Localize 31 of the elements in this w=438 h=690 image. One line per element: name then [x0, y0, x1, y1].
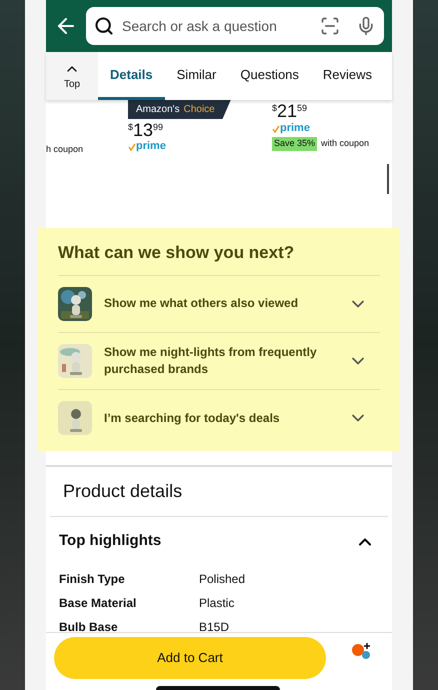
tab[interactable]: Reviews — [310, 52, 384, 100]
assistant-icon[interactable] — [350, 641, 372, 661]
search-field[interactable]: Search or ask a question — [86, 7, 384, 45]
section-title: Product details — [50, 466, 388, 516]
spec-value: Plastic — [199, 594, 234, 612]
add-to-cart-button[interactable]: Add to Cart — [54, 637, 326, 679]
check-icon — [272, 124, 280, 132]
tab[interactable]: Similar — [164, 52, 228, 100]
spec-value: B15D — [199, 618, 230, 636]
search-icon — [94, 16, 114, 36]
spec-value: Polished — [199, 570, 246, 588]
tab[interactable]: Questions — [228, 52, 311, 100]
camera-icon[interactable] — [320, 16, 340, 36]
choice-badge: Amazon's Choice — [128, 100, 231, 119]
prime-label: prime — [280, 123, 310, 134]
suggestion-item[interactable]: I’m searching for today's deals — [58, 390, 380, 446]
prime-label: prime — [136, 141, 166, 152]
section-title: What can we show you next? — [58, 240, 380, 276]
coupon-text: h coupon — [46, 142, 84, 156]
search-input[interactable]: Search or ask a question — [122, 16, 312, 36]
spec-name: Finish Type — [59, 570, 126, 588]
spec-name: Base Material — [59, 594, 138, 612]
top-button[interactable]: Top — [46, 52, 98, 100]
suggestion-item[interactable]: Show me night-lights from frequently purchased brands — [58, 332, 380, 390]
section-title: Top highlights — [59, 531, 162, 552]
suggestion-item[interactable]: Show me what others also viewed — [58, 276, 380, 332]
discount-badge: Save 35% — [272, 137, 318, 150]
check-icon — [128, 142, 136, 150]
spec-name: Bulb Base — [59, 618, 119, 636]
coupon-text: with coupon — [321, 137, 370, 150]
scrollbar-thumb — [387, 164, 389, 194]
